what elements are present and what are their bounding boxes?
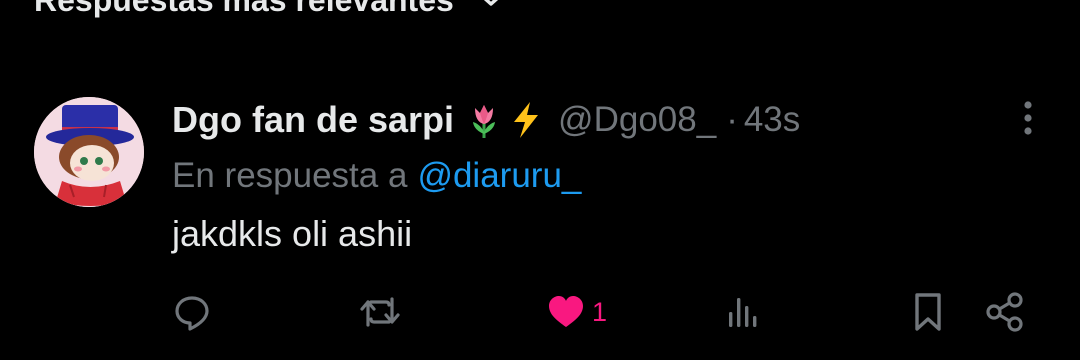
reply-post[interactable]: Dgo fan de sarpi @Dgo08_ · 43s En respue… [172, 92, 1050, 258]
repost-icon [358, 292, 402, 332]
display-name[interactable]: Dgo fan de sarpi [172, 99, 454, 141]
replying-to-line: En respuesta a @diaruru_ [172, 150, 1050, 202]
reply-button[interactable] [172, 288, 212, 336]
action-bar: 1 [172, 288, 1032, 336]
tulip-emoji [464, 100, 504, 140]
reply-text: jakdkls oli ashii [172, 213, 413, 254]
replies-sort-dropdown[interactable]: Respuestas más relevantes [34, 0, 506, 22]
lightning-emoji [508, 100, 544, 140]
sort-label: Respuestas más relevantes [34, 0, 454, 19]
heart-filled-icon [546, 292, 586, 332]
author-row: Dgo fan de sarpi @Dgo08_ · 43s [172, 92, 1050, 148]
avatar[interactable] [34, 97, 144, 207]
like-count: 1 [592, 296, 608, 327]
like-button[interactable]: 1 [546, 288, 607, 336]
more-vertical-icon [1023, 100, 1033, 141]
replying-to-mention[interactable]: @diaruru_ [417, 156, 581, 195]
views-bar-chart-icon [724, 292, 760, 332]
author-handle[interactable]: @Dgo08_ [558, 100, 716, 140]
more-options-button[interactable] [1006, 98, 1050, 142]
share-button[interactable] [984, 288, 1026, 336]
views-button[interactable] [724, 288, 760, 336]
bookmark-icon [910, 291, 946, 333]
bookmark-button[interactable] [910, 288, 946, 336]
replying-to-prefix: En respuesta a [172, 156, 408, 195]
share-icon [984, 291, 1026, 333]
timestamp[interactable]: 43s [744, 100, 800, 140]
meta-separator: · [726, 100, 738, 139]
repost-button[interactable] [358, 288, 402, 336]
comment-bubble-icon [172, 292, 212, 332]
chevron-down-icon [476, 0, 506, 15]
